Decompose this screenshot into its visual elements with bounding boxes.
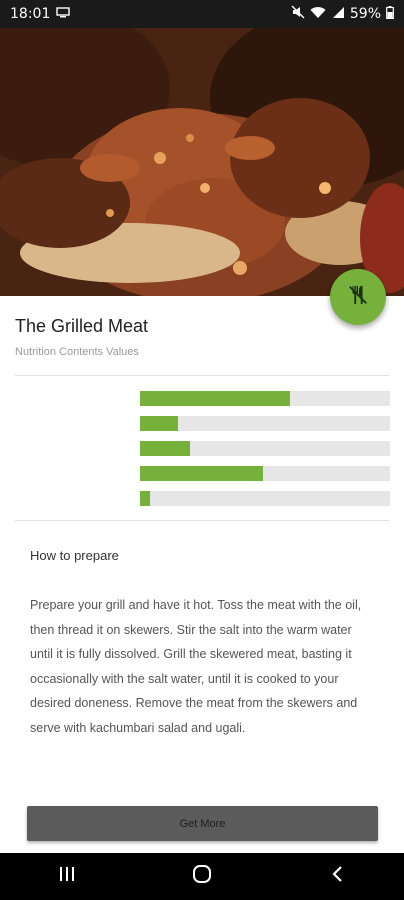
fab-button[interactable] <box>330 269 386 325</box>
status-right: 59% <box>291 5 394 23</box>
status-bar: 18:01 59% <box>0 0 404 28</box>
nutrition-bar-track <box>140 491 390 506</box>
wifi-icon <box>310 6 326 23</box>
home-button[interactable] <box>182 857 222 897</box>
battery-icon <box>386 5 394 23</box>
nutrition-bar-track <box>140 416 390 431</box>
back-button[interactable] <box>317 857 357 897</box>
signal-icon <box>331 6 345 23</box>
divider <box>15 375 389 376</box>
hero-food-image <box>0 28 404 296</box>
nutrition-bar-fill <box>140 416 178 431</box>
nutrition-bar-fill <box>140 441 190 456</box>
nutrition-bar-track <box>140 466 390 481</box>
mute-icon <box>291 5 305 23</box>
home-icon <box>192 864 212 889</box>
nutrition-bar-fill <box>140 466 263 481</box>
recents-button[interactable] <box>47 857 87 897</box>
recipe-subtitle: Nutrition Contents Values <box>15 346 139 358</box>
prepare-text: Prepare your grill and have it hot. Toss… <box>30 598 362 735</box>
back-icon <box>330 865 344 888</box>
nutrition-bar-fill <box>140 491 150 506</box>
nutrition-bars <box>140 391 390 516</box>
nutrition-bar-track <box>140 441 390 456</box>
recipe-title: The Grilled Meat <box>15 316 149 336</box>
recents-icon <box>58 866 76 887</box>
divider <box>15 520 389 521</box>
system-nav-bar <box>0 853 404 900</box>
nutrition-bar-fill <box>140 391 290 406</box>
status-time: 18:01 <box>10 6 51 22</box>
screen-icon <box>56 6 71 22</box>
prepare-heading: How to prepare <box>30 548 119 563</box>
get-more-button[interactable]: Get More <box>27 806 378 841</box>
status-left: 18:01 <box>10 6 71 22</box>
fork-knife-icon <box>347 284 369 311</box>
nutrition-bar-track <box>140 391 390 406</box>
battery-percent: 59% <box>349 6 381 22</box>
